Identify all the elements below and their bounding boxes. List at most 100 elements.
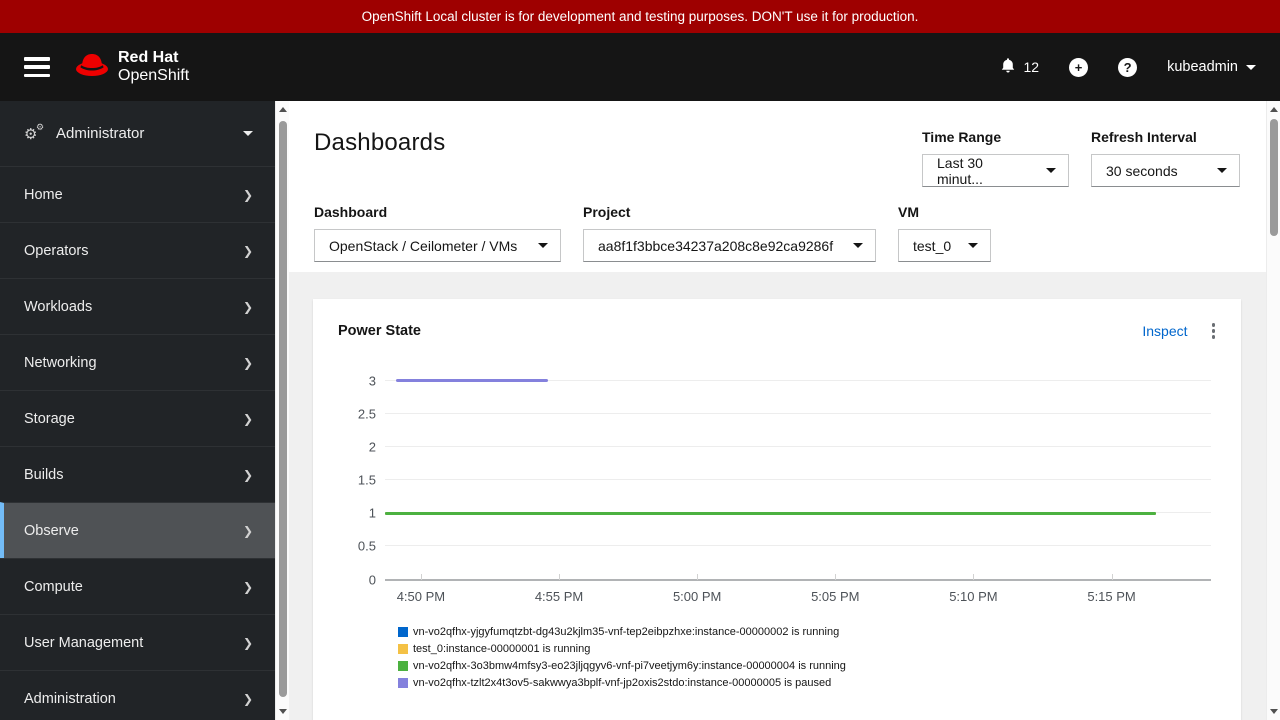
gridline [385, 479, 1211, 480]
refresh-interval-select[interactable]: 30 seconds [1091, 154, 1240, 187]
x-axis-tick-label: 5:15 PM [1087, 588, 1136, 604]
project-value: aa8f1f3bbce34237a208c8e92ca9286f [598, 237, 834, 254]
sidebar-item-label: Administration [24, 690, 116, 707]
x-axis-tick [835, 573, 837, 580]
vm-select[interactable]: test_0 [898, 229, 991, 262]
sidebar-item-label: Storage [24, 410, 75, 427]
chevron-right-icon: ❯ [242, 635, 253, 650]
legend-label: test_0:instance-00000001 is running [413, 642, 591, 655]
scroll-down-arrow-icon[interactable] [279, 709, 287, 714]
sidebar-item-compute[interactable]: Compute ❯ [0, 558, 275, 614]
sidebar-item-label: Compute [24, 578, 83, 595]
x-axis-tick [420, 573, 422, 580]
chevron-right-icon: ❯ [242, 187, 253, 202]
quick-create-button[interactable]: + [1069, 57, 1089, 77]
dev-preview-banner: OpenShift Local cluster is for developme… [0, 0, 1280, 33]
notifications-button[interactable]: 12 [1000, 57, 1039, 77]
brand-line2: OpenShift [118, 67, 190, 84]
sidebar-item-builds[interactable]: Builds ❯ [0, 446, 275, 502]
chevron-down-icon [243, 131, 253, 136]
sidebar-nav: ⚙ ⚙ Administrator Home ❯ Operators ❯ Workload… [0, 101, 275, 720]
legend-item: vn-vo2qfhx-yjgyfumqtzbt-dg43u2kjlm35-vnf… [398, 626, 1217, 638]
scroll-up-arrow-icon[interactable] [279, 107, 287, 112]
y-axis-tick-label: 0.5 [357, 538, 376, 554]
perspective-switcher[interactable]: ⚙ ⚙ Administrator [0, 101, 275, 166]
gridline [385, 545, 1211, 547]
legend-label: vn-vo2qfhx-tzlt2x4t3ov5-sakwwya3bplf-vnf… [413, 676, 832, 689]
page-scrollbar-thumb[interactable] [1270, 119, 1278, 236]
chevron-down-icon [954, 243, 978, 248]
legend-label: vn-vo2qfhx-yjgyfumqtzbt-dg43u2kjlm35-vnf… [413, 625, 840, 638]
x-axis-tick-label: 4:55 PM [534, 588, 584, 604]
menu-toggle-button[interactable] [24, 57, 50, 77]
sidebar-item-operators[interactable]: Operators ❯ [0, 222, 275, 278]
help-button[interactable]: ? [1118, 57, 1138, 77]
page-title: Dashboards [314, 129, 446, 156]
dashboard-select[interactable]: OpenStack / Ceilometer / VMs [314, 229, 561, 262]
sidebar-item-observe[interactable]: Observe ❯ [0, 502, 275, 558]
x-axis-tick-label: 4:50 PM [396, 588, 446, 604]
legend-swatch [398, 677, 408, 688]
gridline [385, 412, 1211, 414]
sidebar-item-label: Networking [24, 354, 97, 371]
legend-label: vn-vo2qfhx-3o3bmw4mfsy3-eo23jljqgyv6-vnf… [413, 659, 846, 672]
main-content: Dashboards Time Range Last 30 minut... R… [289, 101, 1266, 720]
scroll-down-arrow-icon[interactable] [1270, 709, 1278, 714]
x-axis-tick [1111, 573, 1113, 580]
sidebar-item-networking[interactable]: Networking ❯ [0, 334, 275, 390]
chart-plot-area: 3 2.5 2 1.5 1 0.5 0 4:50 PM 4:55 PM 5:00 PM 5:05 P… [358, 373, 1211, 604]
sidebar-item-label: Operators [24, 242, 89, 259]
gridline [385, 445, 1211, 447]
sidebar-item-storage[interactable]: Storage ❯ [0, 390, 275, 446]
sidebar-item-label: Builds [24, 466, 64, 483]
chevron-right-icon: ❯ [242, 411, 253, 426]
x-axis-line [385, 578, 1211, 581]
legend-item: vn-vo2qfhx-tzlt2x4t3ov5-sakwwya3bplf-vnf… [398, 677, 1217, 689]
time-range-label: Time Range [922, 129, 1002, 145]
x-axis-tick-label: 5:10 PM [949, 588, 998, 604]
scroll-up-arrow-icon[interactable] [1270, 107, 1278, 112]
brand-logo: Red Hat OpenShift [74, 49, 189, 86]
page-header: Dashboards Time Range Last 30 minut... R… [289, 101, 1266, 272]
chevron-right-icon: ❯ [242, 691, 253, 706]
chart-legend: vn-vo2qfhx-yjgyfumqtzbt-dg43u2kjlm35-vnf… [398, 626, 1217, 689]
bell-icon [1000, 57, 1016, 77]
sidebar-scrollbar[interactable] [275, 101, 289, 720]
vm-value: test_0 [913, 237, 952, 254]
y-axis-tick-label: 1 [368, 505, 376, 521]
perspective-label: Administrator [56, 125, 145, 142]
series-line [396, 379, 548, 382]
sidebar-nav-list: Home ❯ Operators ❯ Workloads ❯ Networking ❯ Stor… [0, 166, 275, 720]
sidebar-scrollbar-thumb[interactable] [279, 121, 287, 697]
time-range-select[interactable]: Last 30 minut... [922, 154, 1069, 187]
vm-label: VM [898, 204, 919, 220]
dashboard-area: Power State Inspect 3 2.5 2 1.5 1 0.5 0 4:50 PM… [289, 272, 1266, 720]
sidebar-item-label: Observe [24, 522, 79, 539]
sidebar-item-label: Workloads [24, 298, 93, 315]
kebab-menu-icon[interactable] [1210, 321, 1218, 341]
username: kubeadmin [1167, 59, 1238, 75]
user-menu-dropdown[interactable]: kubeadmin [1167, 59, 1256, 75]
legend-item: vn-vo2qfhx-3o3bmw4mfsy3-eo23jljqgyv6-vnf… [398, 660, 1217, 672]
sidebar-item-label: User Management [24, 634, 144, 651]
refresh-interval-label: Refresh Interval [1091, 129, 1197, 145]
question-icon: ? [1123, 59, 1132, 75]
dashboard-label: Dashboard [314, 204, 388, 220]
chevron-right-icon: ❯ [242, 299, 253, 314]
x-axis-tick [697, 573, 699, 580]
page-scrollbar[interactable] [1266, 101, 1280, 720]
project-select[interactable]: aa8f1f3bbce34237a208c8e92ca9286f [583, 229, 876, 262]
legend-item: test_0:instance-00000001 is running [398, 643, 1217, 655]
chevron-down-icon [1032, 168, 1056, 173]
legend-swatch [398, 660, 408, 671]
chevron-right-icon: ❯ [242, 243, 253, 258]
sidebar-item-workloads[interactable]: Workloads ❯ [0, 278, 275, 334]
chevron-right-icon: ❯ [242, 579, 253, 594]
sidebar-item-home[interactable]: Home ❯ [0, 166, 275, 222]
sidebar-item-user-management[interactable]: User Management ❯ [0, 614, 275, 670]
inspect-link[interactable]: Inspect [1142, 323, 1187, 339]
notification-count: 12 [1023, 59, 1040, 75]
sidebar-item-administration[interactable]: Administration ❯ [0, 670, 275, 720]
y-axis-tick-label: 2 [368, 439, 376, 455]
chevron-down-icon [524, 243, 548, 248]
